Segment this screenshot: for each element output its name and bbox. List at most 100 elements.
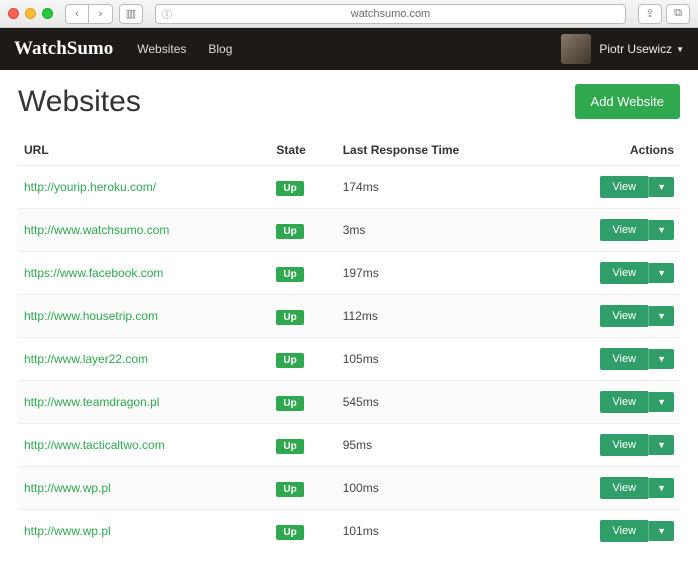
- col-url: URL: [18, 135, 270, 166]
- zoom-window-icon[interactable]: [42, 8, 53, 19]
- address-text: watchsumo.com: [351, 8, 430, 20]
- table-row: http://www.housetrip.comUp112msView▼: [18, 295, 680, 338]
- row-menu-button[interactable]: ▼: [648, 478, 674, 498]
- cell-state: Up: [270, 295, 336, 338]
- view-button[interactable]: View: [600, 520, 648, 542]
- chevron-down-icon: ▼: [676, 45, 684, 54]
- status-badge: Up: [276, 310, 303, 325]
- logo[interactable]: WatchSumo: [14, 38, 113, 60]
- col-actions: Actions: [543, 135, 680, 166]
- cell-actions: View▼: [543, 381, 680, 424]
- cell-lrt: 3ms: [337, 209, 543, 252]
- tabs-button[interactable]: ⧉: [666, 4, 690, 24]
- cell-state: Up: [270, 467, 336, 510]
- cell-state: Up: [270, 381, 336, 424]
- status-badge: Up: [276, 525, 303, 540]
- view-button[interactable]: View: [600, 391, 648, 413]
- avatar[interactable]: [561, 34, 591, 64]
- cell-state: Up: [270, 338, 336, 381]
- username-label: Piotr Usewicz: [599, 42, 672, 56]
- cell-actions: View▼: [543, 295, 680, 338]
- cell-lrt: 105ms: [337, 338, 543, 381]
- cell-url[interactable]: http://yourip.heroku.com/: [18, 166, 270, 209]
- table-row: http://www.watchsumo.comUp3msView▼: [18, 209, 680, 252]
- back-button[interactable]: ‹: [65, 4, 89, 24]
- cell-state: Up: [270, 510, 336, 553]
- table-row: http://www.wp.pl Up 101ms View▼: [18, 510, 680, 553]
- cell-actions: View▼: [543, 252, 680, 295]
- browser-chrome: ‹ › ▥ ⓘ watchsumo.com ⇪ ⧉: [0, 0, 698, 28]
- cell-url[interactable]: http://www.layer22.com: [18, 338, 270, 381]
- status-badge: Up: [276, 353, 303, 368]
- address-bar[interactable]: ⓘ watchsumo.com: [155, 4, 626, 24]
- row-menu-button[interactable]: ▼: [648, 177, 674, 197]
- col-lrt: Last Response Time: [337, 135, 543, 166]
- status-badge: Up: [276, 396, 303, 411]
- cell-url[interactable]: http://www.tacticaltwo.com: [18, 424, 270, 467]
- table-row: http://www.wp.plUp100msView▼: [18, 467, 680, 510]
- share-button[interactable]: ⇪: [638, 4, 662, 24]
- app-header: WatchSumo Websites Blog Piotr Usewicz ▼: [0, 28, 698, 70]
- cell-actions: View▼: [543, 166, 680, 209]
- cell-lrt: 95ms: [337, 424, 543, 467]
- cell-actions: View▼: [543, 467, 680, 510]
- table-row: https://www.facebook.comUp197msView▼: [18, 252, 680, 295]
- cell-lrt: 197ms: [337, 252, 543, 295]
- forward-button[interactable]: ›: [89, 4, 113, 24]
- view-button[interactable]: View: [600, 176, 648, 198]
- status-badge: Up: [276, 439, 303, 454]
- status-badge: Up: [276, 482, 303, 497]
- cell-lrt: 100ms: [337, 467, 543, 510]
- table-row: http://yourip.heroku.com/Up174msView▼: [18, 166, 680, 209]
- cell-url[interactable]: https://www.facebook.com: [18, 252, 270, 295]
- view-button[interactable]: View: [600, 219, 648, 241]
- row-menu-button[interactable]: ▼: [648, 306, 674, 326]
- nav-back-forward: ‹ ›: [65, 4, 113, 24]
- cell-url[interactable]: http://www.teamdragon.pl: [18, 381, 270, 424]
- close-window-icon[interactable]: [8, 8, 19, 19]
- sidebar-button[interactable]: ▥: [119, 4, 143, 24]
- cell-lrt: 112ms: [337, 295, 543, 338]
- cell-state: Up: [270, 166, 336, 209]
- view-button[interactable]: View: [600, 305, 648, 327]
- nav-websites[interactable]: Websites: [137, 42, 186, 56]
- nav-blog[interactable]: Blog: [208, 42, 232, 56]
- row-menu-button[interactable]: ▼: [648, 435, 674, 455]
- user-menu[interactable]: Piotr Usewicz ▼: [599, 42, 684, 56]
- row-menu-button[interactable]: ▼: [648, 521, 674, 541]
- cell-state: Up: [270, 252, 336, 295]
- cell-url[interactable]: http://www.wp.pl: [18, 510, 270, 553]
- page-content: Websites Add Website URL State Last Resp…: [0, 70, 698, 566]
- row-menu-button[interactable]: ▼: [648, 263, 674, 283]
- view-button[interactable]: View: [600, 348, 648, 370]
- table-row: http://www.teamdragon.plUp545msView▼: [18, 381, 680, 424]
- cell-actions: View▼: [543, 338, 680, 381]
- status-badge: Up: [276, 267, 303, 282]
- view-button[interactable]: View: [600, 262, 648, 284]
- cell-lrt: 545ms: [337, 381, 543, 424]
- add-website-button[interactable]: Add Website: [575, 84, 680, 119]
- primary-nav: Websites Blog: [137, 42, 232, 56]
- minimize-window-icon[interactable]: [25, 8, 36, 19]
- cell-state: Up: [270, 209, 336, 252]
- col-state: State: [270, 135, 336, 166]
- info-icon: ⓘ: [162, 6, 172, 21]
- row-menu-button[interactable]: ▼: [648, 392, 674, 412]
- row-menu-button[interactable]: ▼: [648, 220, 674, 240]
- cell-actions: View▼: [543, 209, 680, 252]
- cell-lrt: 101ms: [337, 510, 543, 553]
- view-button[interactable]: View: [600, 477, 648, 499]
- cell-actions: View▼: [543, 424, 680, 467]
- cell-url[interactable]: http://www.housetrip.com: [18, 295, 270, 338]
- cell-url[interactable]: http://www.watchsumo.com: [18, 209, 270, 252]
- cell-url[interactable]: http://www.wp.pl: [18, 467, 270, 510]
- page-header: Websites Add Website: [18, 84, 680, 119]
- row-menu-button[interactable]: ▼: [648, 349, 674, 369]
- table-row: http://www.tacticaltwo.comUp95msView▼: [18, 424, 680, 467]
- status-badge: Up: [276, 181, 303, 196]
- page-title: Websites: [18, 85, 141, 119]
- cell-lrt: 174ms: [337, 166, 543, 209]
- view-button[interactable]: View: [600, 434, 648, 456]
- status-badge: Up: [276, 224, 303, 239]
- cell-state: Up: [270, 424, 336, 467]
